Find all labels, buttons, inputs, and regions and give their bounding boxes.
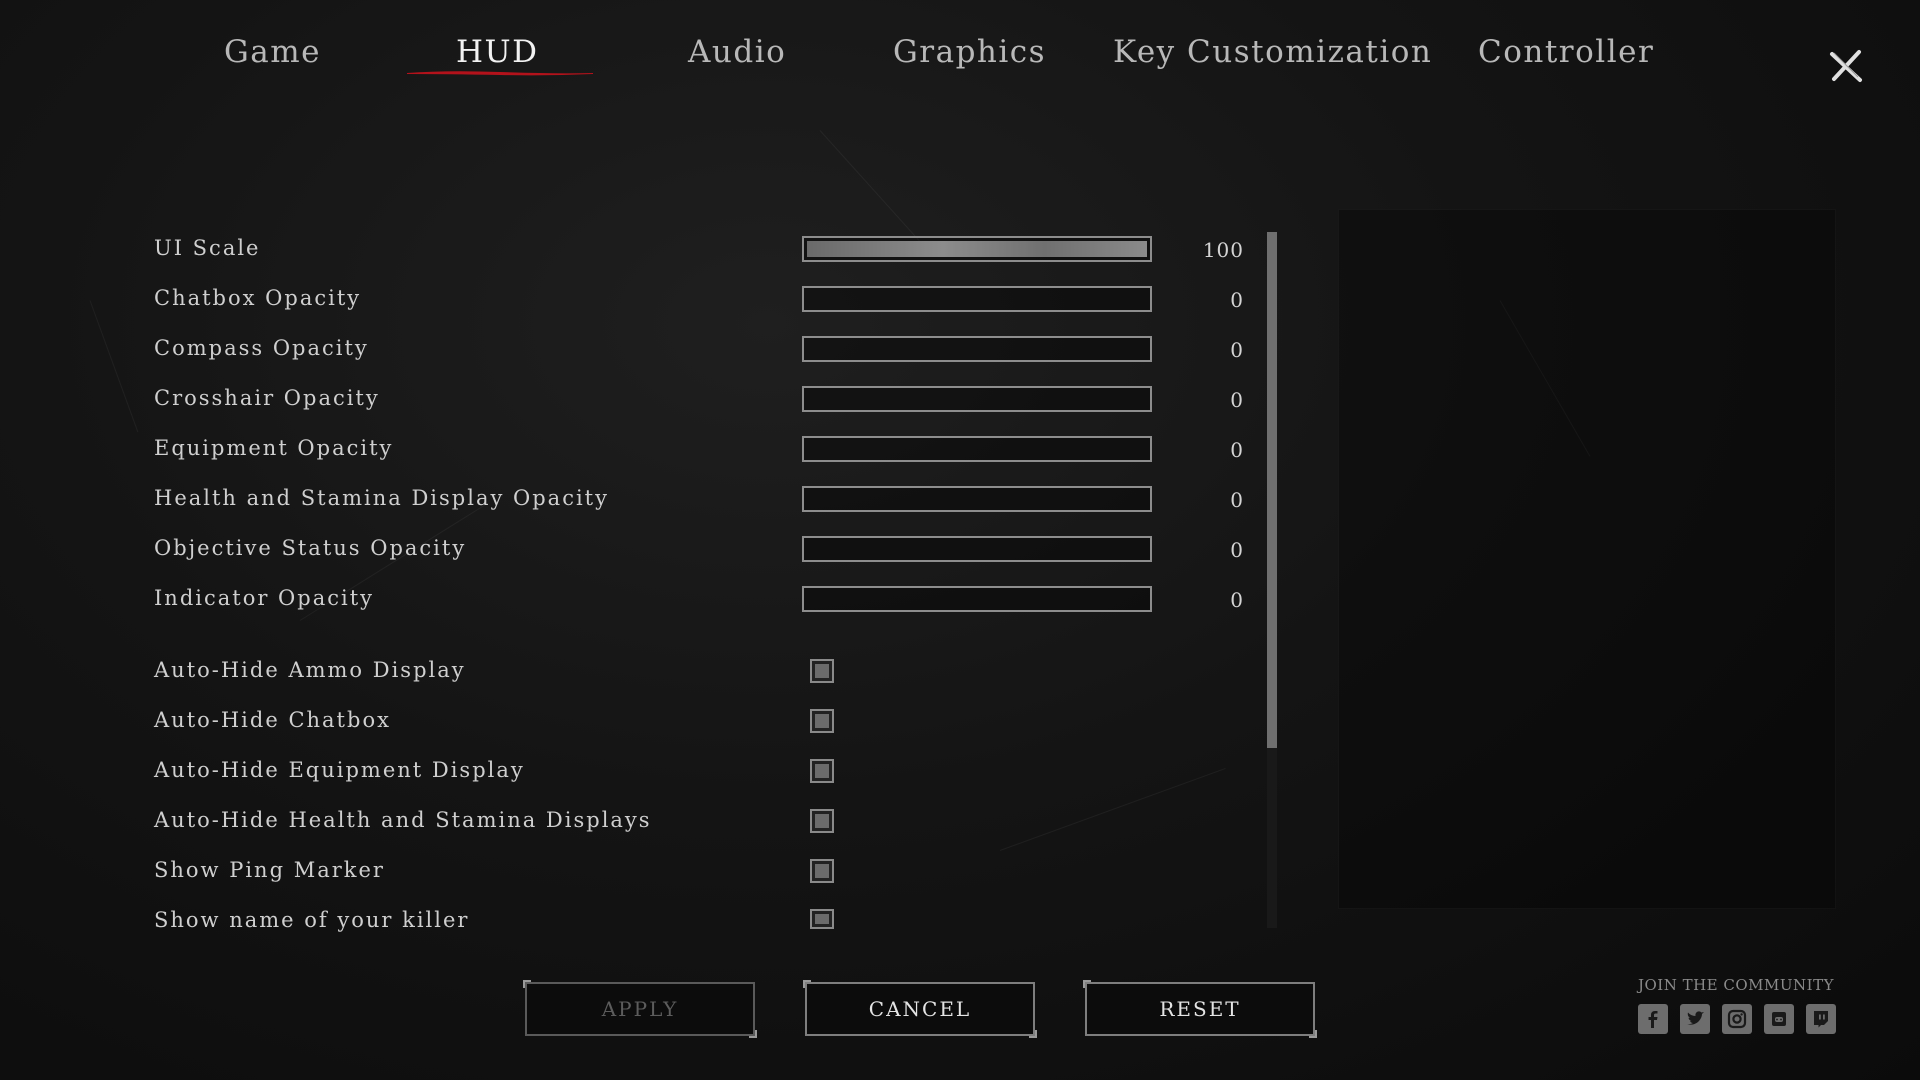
checkbox-mark [815, 664, 829, 678]
toggle-label: Auto-Hide Chatbox [154, 708, 391, 732]
slider-label: Objective Status Opacity [154, 536, 467, 560]
checkbox-mark [815, 864, 829, 878]
slider-label: Health and Stamina Display Opacity [154, 486, 609, 510]
show-ping-marker-checkbox[interactable] [810, 859, 834, 883]
settings-scrollbar[interactable] [1267, 232, 1277, 928]
slider-value: 0 [1230, 288, 1244, 312]
objective-status-opacity-slider[interactable] [802, 536, 1152, 562]
ui-scale-slider[interactable] [802, 236, 1152, 262]
checkbox-mark [815, 714, 829, 728]
toggle-label: Auto-Hide Ammo Display [154, 658, 466, 682]
slider-label: Equipment Opacity [154, 436, 394, 460]
checkbox-mark [815, 764, 829, 778]
slider-label: Chatbox Opacity [154, 286, 362, 310]
slider-value: 100 [1202, 238, 1244, 262]
twitch-icon[interactable] [1806, 1004, 1836, 1034]
facebook-icon[interactable] [1638, 1004, 1668, 1034]
slider-value: 0 [1230, 588, 1244, 612]
instagram-icon[interactable] [1722, 1004, 1752, 1034]
toggle-label: Show Ping Marker [154, 858, 385, 882]
tab-hud[interactable]: HUD [456, 34, 539, 70]
toggle-label: Auto-Hide Health and Stamina Displays [154, 808, 652, 832]
chatbox-opacity-slider[interactable] [802, 286, 1152, 312]
auto-hide-equipment-checkbox[interactable] [810, 759, 834, 783]
toggle-label: Show name of your killer [154, 908, 470, 932]
slider-label: Compass Opacity [154, 336, 369, 360]
tab-audio[interactable]: Audio [688, 34, 786, 70]
slider-value: 0 [1230, 538, 1244, 562]
tab-key-customization[interactable]: Key Customization [1113, 34, 1432, 70]
tab-graphics[interactable]: Graphics [893, 34, 1046, 70]
indicator-opacity-slider[interactable] [802, 586, 1152, 612]
reset-button[interactable]: RESET [1083, 980, 1317, 1038]
preview-panel [1338, 209, 1836, 909]
close-icon[interactable] [1828, 48, 1864, 84]
active-tab-underline [407, 71, 593, 76]
cancel-button[interactable]: CANCEL [803, 980, 1037, 1038]
slider-value: 0 [1230, 488, 1244, 512]
show-killer-name-checkbox[interactable] [810, 909, 834, 929]
checkbox-mark [815, 914, 829, 924]
tab-controller[interactable]: Controller [1478, 34, 1654, 70]
auto-hide-ammo-checkbox[interactable] [810, 659, 834, 683]
crosshair-opacity-slider[interactable] [802, 386, 1152, 412]
scrollbar-thumb[interactable] [1267, 232, 1277, 748]
auto-hide-chatbox-checkbox[interactable] [810, 709, 834, 733]
checkbox-mark [815, 814, 829, 828]
auto-hide-health-stamina-checkbox[interactable] [810, 809, 834, 833]
equipment-opacity-slider[interactable] [802, 436, 1152, 462]
discord-icon[interactable] [1764, 1004, 1794, 1034]
apply-button[interactable]: APPLY [523, 980, 757, 1038]
community-label: JOIN THE COMMUNITY [1637, 976, 1834, 994]
slider-label: UI Scale [154, 236, 261, 260]
slider-value: 0 [1230, 438, 1244, 462]
toggle-label: Auto-Hide Equipment Display [154, 758, 525, 782]
slider-fill [807, 241, 1147, 257]
slider-value: 0 [1230, 388, 1244, 412]
health-stamina-opacity-slider[interactable] [802, 486, 1152, 512]
twitter-icon[interactable] [1680, 1004, 1710, 1034]
slider-value: 0 [1230, 338, 1244, 362]
tab-game[interactable]: Game [224, 34, 321, 70]
settings-tabs: Game HUD Audio Graphics Key Customizatio… [0, 34, 1760, 84]
slider-label: Indicator Opacity [154, 586, 375, 610]
compass-opacity-slider[interactable] [802, 336, 1152, 362]
slider-label: Crosshair Opacity [154, 386, 380, 410]
